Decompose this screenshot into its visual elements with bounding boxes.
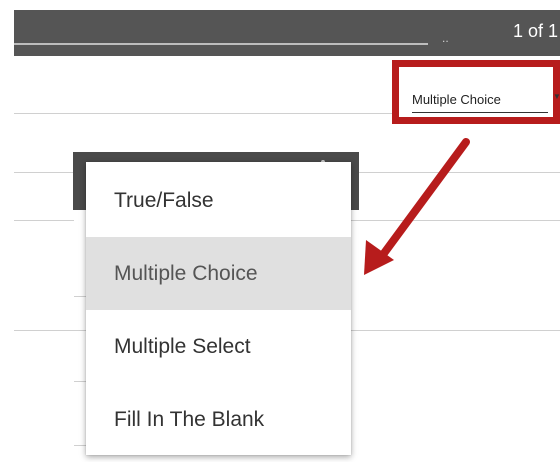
annotation-arrow-icon [364,138,470,275]
